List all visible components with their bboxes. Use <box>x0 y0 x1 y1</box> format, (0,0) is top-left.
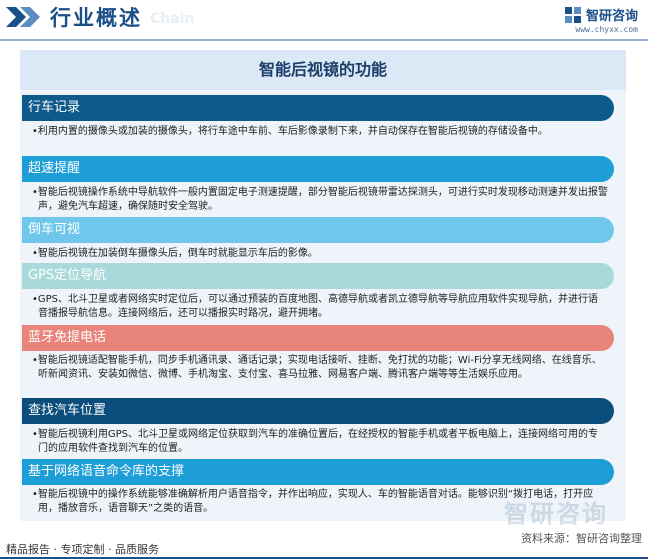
section-header-voice-commands: 基于网络语音命令库的支撑 <box>22 459 614 485</box>
brand-name: 智研咨询 <box>585 9 638 24</box>
section-title: 超速提醒 <box>28 161 81 176</box>
section-title: 基于网络语音命令库的支撑 <box>28 464 185 479</box>
header-bar: 行业概述 Chain 智研咨询 www.chyxx.com <box>0 0 648 36</box>
section-title: GPS定位导航 <box>28 268 107 283</box>
chevron-icon <box>6 7 46 27</box>
section-body: •智能后视镜利用GPS、北斗卫星或网络定位获取到汽车的准确位置后，在经授权的智能… <box>32 428 608 456</box>
section-text: 智能后视镜操作系统中导航软件一般内置固定电子测速提醒，部分智能后视镜带雷达探测头… <box>37 187 608 212</box>
section-text: 智能后视镜利用GPS、北斗卫星或网络定位获取到汽车的准确位置后，在经授权的智能手… <box>37 429 599 454</box>
source-note: 资料来源：智研咨询整理 <box>521 532 642 545</box>
section-header-find-car: 查找汽车位置 <box>22 398 614 424</box>
watermark-text: 智研咨询 <box>504 500 608 528</box>
section-body: •智能后视镜适配智能手机，同步手机通讯录、通话记录；实现电话接听、挂断、免打扰的… <box>32 354 608 382</box>
section-text: 智能后视镜在加装倒车摄像头后，倒车时就能显示车后的影像。 <box>37 248 318 259</box>
section-text: GPS、北斗卫星或者网络实时定位后，可以通过预装的百度地图、高德导航或者凯立德导… <box>37 294 599 319</box>
section-title: 倒车可视 <box>28 222 81 237</box>
section-header-speed-alert: 超速提醒 <box>22 156 614 182</box>
section-body: •智能后视镜操作系统中导航软件一般内置固定电子测速提醒，部分智能后视镜带雷达探测… <box>32 186 608 214</box>
brand-logo: 智研咨询 <box>564 5 638 24</box>
section-body: •智能后视镜在加装倒车摄像头后，倒车时就能显示车后的影像。 <box>32 247 608 261</box>
section-header-reverse-view: 倒车可视 <box>22 217 614 243</box>
section-body: •利用内置的摄像头或加装的摄像头，将行车途中车前、车后影像录制下来，并自动保存在… <box>32 125 608 139</box>
panel-title: 智能后视镜的功能 <box>20 50 626 90</box>
section-body: •GPS、北斗卫星或者网络实时定位后，可以通过预装的百度地图、高德导航或者凯立德… <box>32 293 608 321</box>
footer-slogan: 精品报告 · 专项定制 · 品质服务 <box>6 543 159 556</box>
section-header-driving-record: 行车记录 <box>22 95 614 121</box>
brand-logo-icon <box>564 6 581 23</box>
section-text: 利用内置的摄像头或加装的摄像头，将行车途中车前、车后影像录制下来，并自动保存在智… <box>37 126 548 137</box>
section-title: 行车记录 <box>28 100 81 115</box>
section-title: 查找汽车位置 <box>28 403 107 418</box>
section-text: 智能后视镜适配智能手机，同步手机通讯录、通话记录；实现电话接听、挂断、免打扰的功… <box>37 355 602 380</box>
section-header-bluetooth-calls: 蓝牙免提电话 <box>22 325 614 351</box>
section-title: 蓝牙免提电话 <box>28 330 107 345</box>
site-url: www.chyxx.com <box>575 25 638 34</box>
watermark-logo: 智研咨询 <box>504 494 608 529</box>
section-header-gps-navigation: GPS定位导航 <box>22 263 614 289</box>
header-divider <box>0 39 648 41</box>
page-title: 行业概述 <box>50 6 142 30</box>
header-ghost-text: Chain <box>150 11 195 27</box>
